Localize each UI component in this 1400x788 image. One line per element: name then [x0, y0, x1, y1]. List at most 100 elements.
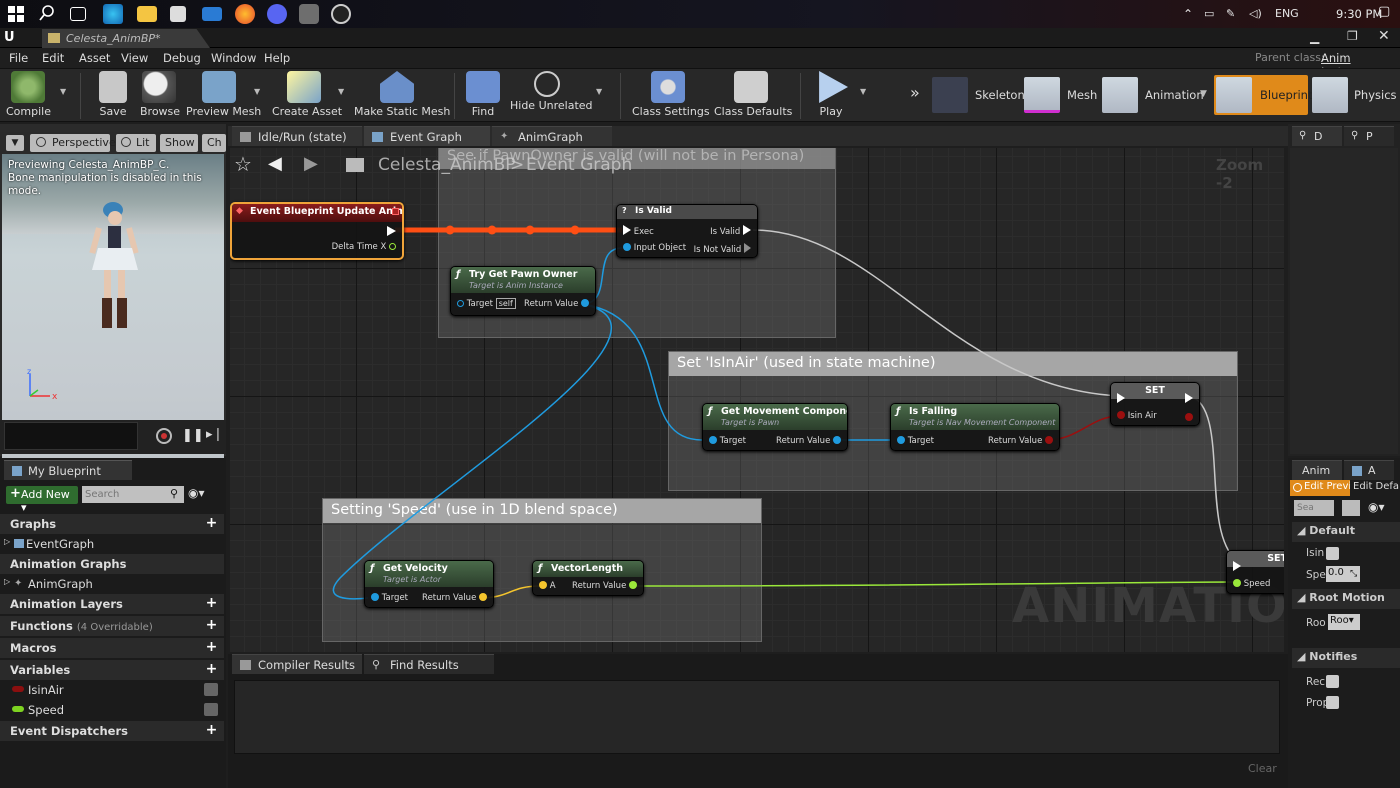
unreal-engine-icon[interactable]: [331, 4, 351, 24]
tab-d[interactable]: ⚲ D: [1292, 126, 1342, 146]
pin-return-value[interactable]: Return Value: [776, 436, 841, 446]
add-function-icon[interactable]: +: [205, 618, 218, 632]
section-variables[interactable]: Variables +: [0, 660, 224, 680]
language-indicator[interactable]: ENG: [1275, 7, 1299, 20]
node-get-movement-component[interactable]: ƒGet Movement ComponentTarget is Pawn Ta…: [702, 403, 848, 451]
make-static-mesh-button[interactable]: Make Static Mesh: [354, 71, 450, 118]
node-is-falling[interactable]: ƒ Is Falling Target is Nav Movement Compon…: [890, 403, 1060, 451]
record-button[interactable]: [156, 428, 172, 444]
pin-return-value[interactable]: Return Value: [524, 299, 589, 309]
pin-exec-in[interactable]: Exec: [623, 225, 654, 237]
pin-speed[interactable]: Speed: [1233, 579, 1270, 589]
network-icon[interactable]: ▭: [1204, 7, 1214, 20]
add-layer-icon[interactable]: +: [205, 596, 218, 610]
pause-button[interactable]: ❚❚: [182, 428, 204, 443]
edit-defaults-button[interactable]: Edit Defa: [1350, 480, 1400, 496]
pin-is-valid[interactable]: Is Valid: [710, 225, 751, 237]
create-asset-button[interactable]: Create Asset: [272, 71, 342, 118]
perspective-button[interactable]: Perspective: [30, 134, 116, 152]
menu-help[interactable]: Help: [264, 51, 290, 65]
my-blueprint-tab[interactable]: My Blueprint: [4, 460, 132, 480]
eye-icon[interactable]: ◉▾: [1368, 500, 1385, 514]
section-functions[interactable]: Functions (4 Overridable) +: [0, 616, 224, 636]
tab-animgraph[interactable]: ✦ AnimGraph: [492, 126, 612, 146]
pin-return-value[interactable]: Return Value: [422, 593, 487, 603]
timeline-scrub[interactable]: [4, 422, 138, 450]
app-icon[interactable]: [299, 4, 319, 24]
viewport-options-dropdown[interactable]: ▼: [6, 135, 24, 151]
bool-out-pin[interactable]: [1185, 413, 1193, 421]
lit-button[interactable]: Lit: [116, 134, 156, 152]
menu-asset[interactable]: Asset: [79, 51, 110, 65]
task-view-icon[interactable]: [70, 7, 86, 21]
pin-target[interactable]: Target self: [457, 298, 516, 309]
variable-speed[interactable]: Speed: [0, 700, 224, 720]
notification-icon[interactable]: ▢: [1378, 4, 1390, 19]
compile-button[interactable]: Compile: [6, 71, 51, 118]
find-button[interactable]: Find: [466, 71, 500, 118]
tab-p[interactable]: ⚲ P: [1344, 126, 1394, 146]
edge-icon[interactable]: [103, 4, 123, 24]
mode-mesh[interactable]: Mesh: [1024, 77, 1097, 113]
pin-target[interactable]: Target: [897, 436, 934, 446]
play-dropdown-icon[interactable]: ▼: [860, 87, 866, 96]
exec-out-pin[interactable]: [1185, 393, 1193, 403]
exec-in-pin[interactable]: [1233, 561, 1241, 571]
mode-blueprint[interactable]: Blueprint: [1214, 75, 1312, 115]
clear-button[interactable]: Clear: [1248, 762, 1277, 775]
isinair-checkbox[interactable]: [1326, 547, 1339, 560]
node-try-get-pawn-owner[interactable]: ƒ Try Get Pawn Owner Target is Anim Instan…: [450, 266, 596, 316]
tab-anim-preview[interactable]: Anim: [1292, 460, 1342, 480]
play-forward-button[interactable]: ▸❘: [206, 427, 223, 442]
menu-debug[interactable]: Debug: [163, 51, 201, 65]
pin-a[interactable]: A: [539, 581, 556, 591]
exec-in-pin[interactable]: [1117, 393, 1125, 403]
menu-file[interactable]: File: [9, 51, 28, 65]
search-icon[interactable]: [38, 4, 58, 24]
section-default[interactable]: ◢ Default: [1292, 522, 1400, 542]
class-defaults-button[interactable]: Class Defaults: [714, 71, 792, 118]
hide-unrelated-button[interactable]: Hide Unrelated: [510, 71, 593, 112]
minimize-button[interactable]: ▁: [1310, 30, 1319, 44]
character-button[interactable]: Ch: [202, 134, 226, 152]
root-motion-dropdown[interactable]: Roo▾: [1328, 614, 1360, 630]
mode-skeleton[interactable]: Skeleton: [932, 77, 1025, 113]
section-animation-layers[interactable]: Animation Layers +: [0, 594, 224, 614]
compiler-output-area[interactable]: [234, 680, 1280, 754]
tab-event-graph[interactable]: Event Graph: [364, 126, 490, 146]
section-animation-graphs[interactable]: Animation Graphs: [0, 554, 224, 574]
pin-isin-air[interactable]: Isin Air: [1117, 411, 1157, 421]
eye-icon[interactable]: ◉▾: [188, 486, 205, 500]
node-event-update-animation[interactable]: ◆Event Blueprint Update Animation Delta …: [230, 202, 404, 260]
visibility-toggle[interactable]: [204, 703, 218, 716]
menu-edit[interactable]: Edit: [42, 51, 64, 65]
close-button[interactable]: ✕: [1378, 28, 1390, 44]
section-root-motion[interactable]: ◢ Root Motion: [1292, 589, 1400, 609]
tab-idle-run-state[interactable]: Idle/Run (state): [232, 126, 362, 146]
windows-start-icon[interactable]: [6, 4, 26, 24]
visibility-toggle[interactable]: [204, 683, 218, 696]
browse-button[interactable]: Browse: [140, 71, 180, 118]
preview-mesh-dropdown-icon[interactable]: ▼: [254, 87, 260, 96]
tab-a[interactable]: A: [1344, 460, 1394, 480]
add-macro-icon[interactable]: +: [205, 640, 218, 654]
discord-icon[interactable]: [267, 4, 287, 24]
clock[interactable]: 9:30 PM: [1336, 7, 1382, 21]
pin-delta-time[interactable]: Delta Time X: [332, 242, 396, 252]
class-settings-button[interactable]: Class Settings: [632, 71, 710, 118]
pin-input-object[interactable]: Input Object: [623, 243, 686, 253]
save-button[interactable]: Save: [96, 71, 130, 118]
spin-arrow-icon[interactable]: ⤡: [1350, 569, 1357, 579]
pen-icon[interactable]: ✎: [1226, 7, 1235, 20]
menu-window[interactable]: Window: [211, 51, 256, 65]
node-set-isinair[interactable]: SET Isin Air: [1110, 382, 1200, 426]
menu-view[interactable]: View: [121, 51, 148, 65]
pin-return-value[interactable]: Return Value: [988, 436, 1053, 446]
exec-out-pin[interactable]: [387, 226, 396, 236]
mode-physics[interactable]: Physics: [1312, 77, 1398, 113]
tab-compiler-results[interactable]: Compiler Results: [232, 654, 362, 674]
mode-animation[interactable]: Animation: [1102, 77, 1204, 113]
create-asset-dropdown-icon[interactable]: ▼: [338, 87, 344, 96]
tray-chevron-icon[interactable]: ⌃: [1183, 7, 1193, 21]
notifies-prop-checkbox[interactable]: [1326, 696, 1339, 709]
